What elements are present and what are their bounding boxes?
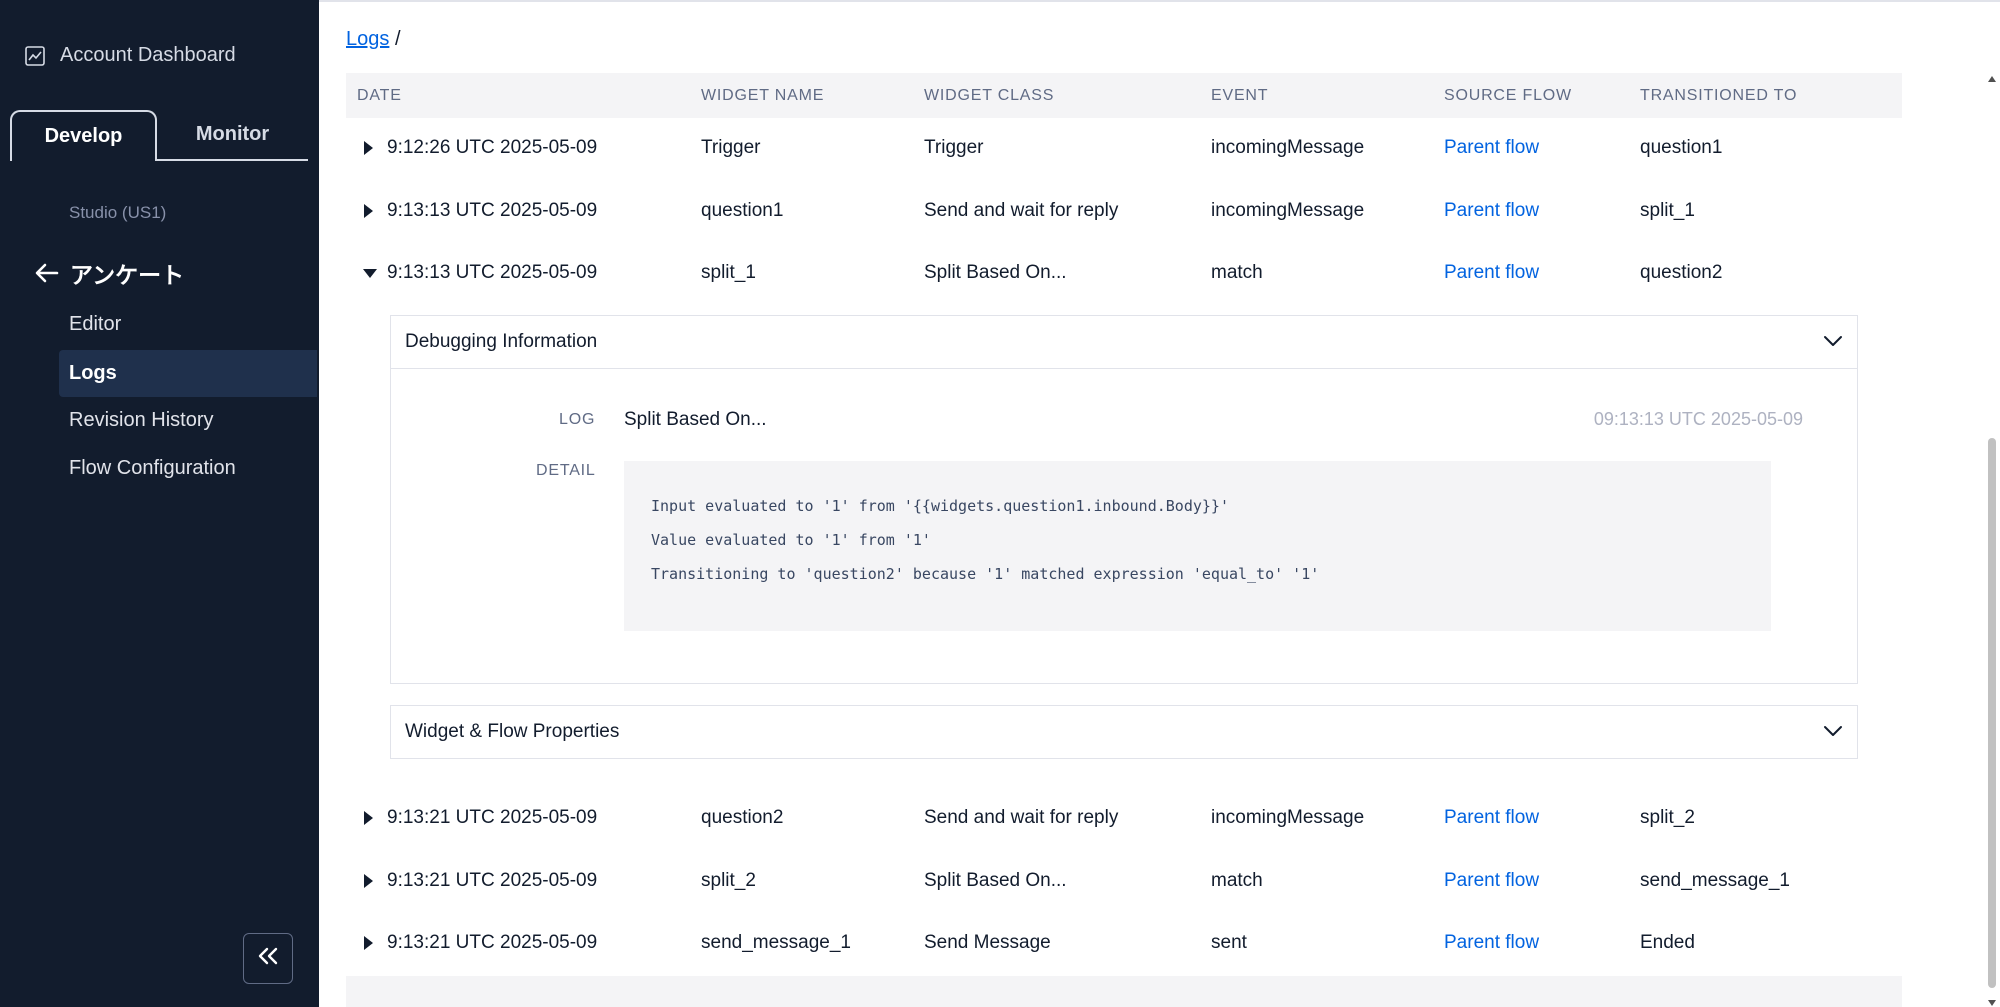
cell-transitioned-to: split_2 bbox=[1640, 807, 1695, 828]
detail-code-block: Input evaluated to '1' from '{{widgets.q… bbox=[624, 461, 1771, 631]
cell-widget-class: Send and wait for reply bbox=[924, 200, 1119, 221]
expand-caret-icon[interactable] bbox=[362, 787, 380, 849]
chart-icon bbox=[24, 45, 46, 67]
collapse-caret-icon[interactable] bbox=[362, 242, 380, 304]
detail-line: Transitioning to 'question2' because '1'… bbox=[651, 565, 1320, 583]
table-row[interactable]: 9:13:21 UTC 2025-05-09 split_2 Split Bas… bbox=[346, 850, 1902, 912]
table-row[interactable]: 9:12:26 UTC 2025-05-09 Trigger Trigger i… bbox=[346, 117, 1902, 179]
sidebar-item-logs[interactable]: Logs bbox=[59, 350, 317, 397]
table-row[interactable]: 9:13:13 UTC 2025-05-09 question1 Send an… bbox=[346, 180, 1902, 242]
detail-line: Input evaluated to '1' from '{{widgets.q… bbox=[651, 497, 1229, 515]
log-label: LOG bbox=[559, 411, 596, 428]
cell-widget-name: split_2 bbox=[701, 870, 756, 891]
debugging-information-body: LOG Split Based On... 09:13:13 UTC 2025-… bbox=[391, 368, 1857, 683]
column-header-source-flow: SOURCE FLOW bbox=[1444, 87, 1572, 104]
cell-widget-name: question1 bbox=[701, 200, 784, 221]
table-row-expanded[interactable]: 9:13:13 UTC 2025-05-09 split_1 Split Bas… bbox=[346, 242, 1902, 304]
scrollbar-thumb[interactable] bbox=[1988, 438, 1996, 988]
source-flow-link[interactable]: Parent flow bbox=[1444, 117, 1539, 179]
tab-monitor[interactable]: Monitor bbox=[157, 110, 308, 161]
vertical-scrollbar[interactable] bbox=[1984, 64, 2000, 1007]
cell-widget-class: Send and wait for reply bbox=[924, 807, 1119, 828]
table-footer bbox=[346, 976, 1902, 1007]
top-divider bbox=[319, 0, 2000, 2]
scroll-down-arrow-icon[interactable] bbox=[1987, 994, 1997, 1007]
source-flow-link[interactable]: Parent flow bbox=[1444, 912, 1539, 974]
cell-transitioned-to: split_1 bbox=[1640, 200, 1695, 221]
source-flow-link[interactable]: Parent flow bbox=[1444, 242, 1539, 304]
column-header-widget-class: WIDGET CLASS bbox=[924, 87, 1055, 104]
cell-widget-class: Trigger bbox=[924, 137, 984, 158]
cell-transitioned-to: send_message_1 bbox=[1640, 870, 1790, 891]
cell-widget-class: Split Based On... bbox=[924, 262, 1067, 283]
studio-region-label: Studio (US1) bbox=[69, 203, 167, 222]
cell-widget-name: send_message_1 bbox=[701, 932, 851, 953]
column-header-widget-name: WIDGET NAME bbox=[701, 87, 825, 104]
log-timestamp: 09:13:13 UTC 2025-05-09 bbox=[1593, 409, 1803, 429]
collapse-sidebar-button[interactable] bbox=[243, 933, 293, 984]
expand-caret-icon[interactable] bbox=[362, 117, 380, 179]
cell-event: incomingMessage bbox=[1211, 137, 1365, 158]
cell-widget-name: Trigger bbox=[701, 137, 761, 158]
log-value: Split Based On... bbox=[624, 409, 767, 430]
source-flow-link[interactable]: Parent flow bbox=[1444, 180, 1539, 242]
cell-widget-name: split_1 bbox=[701, 262, 756, 283]
double-chevron-left-icon bbox=[257, 947, 279, 970]
column-header-transitioned-to: TRANSITIONED TO bbox=[1640, 87, 1798, 104]
cell-date: 9:13:13 UTC 2025-05-09 bbox=[387, 200, 598, 221]
flow-name: アンケート bbox=[70, 262, 185, 288]
widget-flow-properties-toggle[interactable]: Widget & Flow Properties bbox=[391, 706, 1857, 758]
sidebar-item-revision-history[interactable]: Revision History bbox=[59, 397, 317, 444]
arrow-left-icon bbox=[34, 262, 60, 284]
cell-date: 9:13:21 UTC 2025-05-09 bbox=[387, 870, 598, 891]
cell-event: match bbox=[1211, 262, 1263, 283]
table-header: DATE WIDGET NAME WIDGET CLASS EVENT SOUR… bbox=[346, 73, 1902, 118]
detail-label: DETAIL bbox=[536, 462, 596, 479]
scroll-up-arrow-icon[interactable] bbox=[1987, 70, 1997, 88]
account-dashboard-label: Account Dashboard bbox=[60, 44, 236, 66]
widget-flow-properties-panel: Widget & Flow Properties bbox=[390, 705, 1858, 759]
sidebar-item-flow-configuration[interactable]: Flow Configuration bbox=[59, 445, 317, 492]
expand-caret-icon[interactable] bbox=[362, 850, 380, 912]
cell-date: 9:13:13 UTC 2025-05-09 bbox=[387, 262, 598, 283]
cell-transitioned-to: Ended bbox=[1640, 932, 1695, 953]
debugging-information-toggle[interactable]: Debugging Information bbox=[391, 316, 1857, 368]
tab-develop[interactable]: Develop bbox=[10, 110, 157, 161]
expand-caret-icon[interactable] bbox=[362, 912, 380, 974]
cell-date: 9:12:26 UTC 2025-05-09 bbox=[387, 137, 598, 158]
debugging-information-panel: Debugging Information LOG Split Based On… bbox=[390, 315, 1858, 684]
debugging-information-title: Debugging Information bbox=[405, 331, 598, 352]
cell-date: 9:13:21 UTC 2025-05-09 bbox=[387, 932, 598, 953]
expand-caret-icon[interactable] bbox=[362, 180, 380, 242]
sidebar-item-editor[interactable]: Editor bbox=[59, 301, 317, 348]
breadcrumb-logs-link[interactable]: Logs bbox=[346, 28, 389, 50]
sidebar: Account Dashboard Develop Monitor Studio… bbox=[0, 0, 319, 1007]
widget-flow-properties-title: Widget & Flow Properties bbox=[405, 721, 620, 742]
cell-event: match bbox=[1211, 870, 1263, 891]
cell-event: incomingMessage bbox=[1211, 807, 1365, 828]
sidebar-tabs: Develop Monitor bbox=[10, 110, 308, 161]
cell-widget-class: Split Based On... bbox=[924, 870, 1067, 891]
cell-widget-name: question2 bbox=[701, 807, 784, 828]
cell-transitioned-to: question2 bbox=[1640, 262, 1723, 283]
table-row[interactable]: 9:13:21 UTC 2025-05-09 send_message_1 Se… bbox=[346, 912, 1902, 974]
account-dashboard-link[interactable]: Account Dashboard bbox=[24, 44, 236, 67]
column-header-date: DATE bbox=[357, 87, 402, 104]
chevron-down-icon bbox=[1823, 331, 1843, 353]
back-to-flows-link[interactable]: アンケート bbox=[34, 256, 184, 290]
column-header-event: EVENT bbox=[1211, 87, 1269, 104]
cell-event: sent bbox=[1211, 932, 1247, 953]
source-flow-link[interactable]: Parent flow bbox=[1444, 850, 1539, 912]
cell-widget-class: Send Message bbox=[924, 932, 1051, 953]
cell-event: incomingMessage bbox=[1211, 200, 1365, 221]
cell-date: 9:13:21 UTC 2025-05-09 bbox=[387, 807, 598, 828]
detail-line: Value evaluated to '1' from '1' bbox=[651, 531, 931, 549]
cell-transitioned-to: question1 bbox=[1640, 137, 1723, 158]
table-row[interactable]: 9:13:21 UTC 2025-05-09 question2 Send an… bbox=[346, 787, 1902, 849]
chevron-down-icon bbox=[1823, 721, 1843, 743]
breadcrumb-separator: / bbox=[394, 28, 401, 50]
breadcrumb: Logs / bbox=[346, 28, 401, 51]
source-flow-link[interactable]: Parent flow bbox=[1444, 787, 1539, 849]
